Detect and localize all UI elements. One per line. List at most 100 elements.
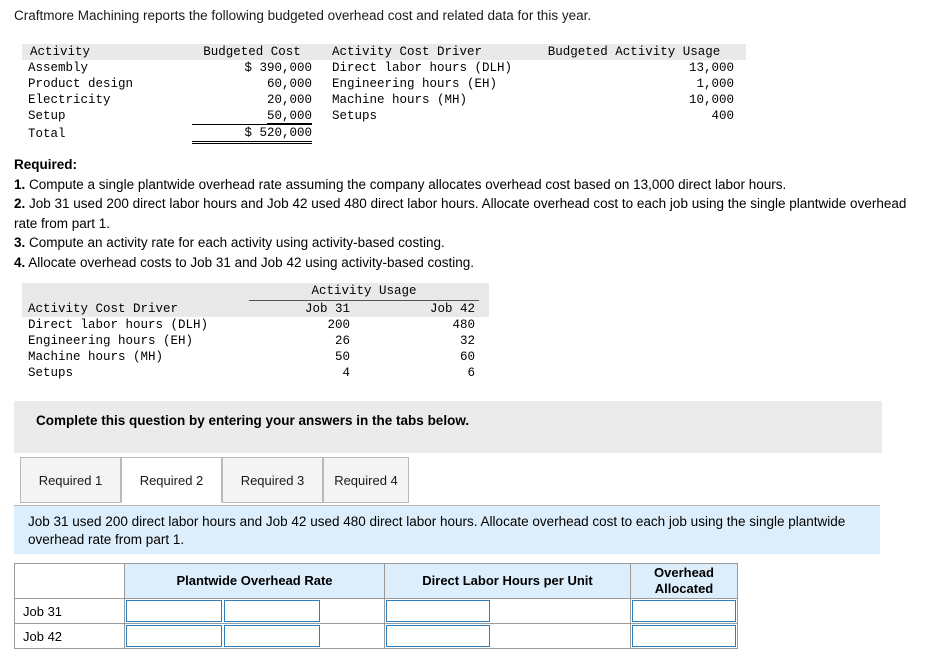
activity-usage-table: Activity Usage Activity Cost Driver Job …: [22, 283, 489, 381]
job31-overhead-allocated-input[interactable]: [632, 600, 736, 622]
question-box: Job 31 used 200 direct labor hours and J…: [14, 506, 880, 554]
cell-budgeted-activity-usage: 400: [711, 109, 734, 123]
cell-job31: 200: [327, 318, 350, 332]
cell-activity: Assembly: [28, 61, 89, 75]
required-item-2: 2. Job 31 used 200 direct labor hours an…: [14, 194, 924, 233]
cell-total-cost-value: $ 520,000: [192, 124, 312, 144]
cell-job42: 480: [452, 318, 475, 332]
required-item-1: 1. Compute a single plantwide overhead r…: [14, 175, 924, 195]
cell-job42: 32: [459, 334, 475, 348]
job42-dlh-group: [385, 624, 630, 648]
job42-dlh-cell[interactable]: [384, 623, 631, 649]
tab-required-1[interactable]: Required 1: [20, 457, 121, 503]
cell-budgeted-cost: 60,000: [266, 77, 312, 91]
question-text: Job 31 used 200 direct labor hours and J…: [28, 514, 846, 547]
cell-activity: Product design: [28, 77, 134, 91]
answer-col-header-overhead-allocated: Overhead Allocated: [630, 563, 738, 599]
cell-budgeted-cost: 50,000: [186, 108, 326, 124]
tab-required-3[interactable]: Required 3: [222, 457, 323, 503]
cell-budgeted-cost: $ 390,000: [244, 61, 312, 75]
cell-budgeted-cost: 20,000: [266, 93, 312, 107]
table-row: Machine hours (MH) 50 60: [22, 349, 489, 365]
required-item-2-text: Job 31 used 200 direct labor hours and J…: [14, 196, 907, 231]
job31-overhead-group: [631, 599, 737, 623]
cell-driver: Setups: [28, 366, 74, 380]
required-heading: Required:: [14, 157, 78, 172]
required-item-3-number: 3.: [14, 235, 26, 250]
col-header-activity-cost-driver: Activity Cost Driver: [22, 301, 239, 317]
cell-total-driver: [326, 124, 528, 144]
cell-budgeted-activity-usage: 13,000: [688, 61, 734, 75]
required-item-4-number: 4.: [14, 254, 26, 270]
job31-plantwide-rate-cell[interactable]: [124, 598, 385, 624]
complete-question-banner: Complete this question by entering your …: [14, 401, 882, 453]
col-header-activity: Activity: [22, 44, 186, 60]
job31-plantwide-rate-input-b[interactable]: [224, 600, 320, 622]
job42-overhead-allocated-cell[interactable]: [630, 623, 738, 649]
budgeted-overhead-table: Activity Budgeted Cost Activity Cost Dri…: [22, 44, 746, 144]
table-header-row: Activity Cost Driver Job 31 Job 42: [22, 301, 489, 317]
job31-dlh-input[interactable]: [386, 600, 490, 622]
cell-budgeted-activity-usage: 10,000: [688, 93, 734, 107]
job31-dlh-cell[interactable]: [384, 598, 631, 624]
cell-driver: Direct labor hours (DLH): [28, 318, 209, 332]
required-item-3-text: Compute an activity rate for each activi…: [25, 235, 445, 250]
cell-empty: [22, 283, 239, 301]
cell-activity: Electricity: [28, 93, 111, 107]
overhead-allocated-line-1: Overhead: [654, 565, 714, 580]
col-header-budgeted-activity-usage: Budgeted Activity Usage: [528, 44, 746, 60]
cell-total-cost: $ 520,000: [186, 124, 326, 144]
tab-required-1-label: Required 1: [38, 472, 103, 488]
answer-row-job-42: Job 42: [14, 623, 738, 649]
tab-required-2-label: Required 2: [139, 472, 204, 488]
answer-row-job-31: Job 31: [14, 598, 738, 624]
tab-required-3-label: Required 3: [240, 472, 305, 488]
required-item-1-number: 1.: [14, 176, 26, 192]
table-row: Setup 50,000 Setups 400: [22, 108, 746, 124]
tab-required-4[interactable]: Required 4: [323, 457, 409, 503]
answer-col-header-dlh-per-unit: Direct Labor Hours per Unit: [384, 563, 631, 599]
tab-strip: Required 1 Required 2 Required 3 Require…: [14, 457, 880, 506]
job31-plantwide-rate-input-a[interactable]: [126, 600, 222, 622]
table-row: Assembly $ 390,000 Direct labor hours (D…: [22, 60, 746, 76]
table-row: Direct labor hours (DLH) 200 480: [22, 317, 489, 333]
cell-activity-cost-driver: Machine hours (MH): [332, 93, 468, 107]
answer-header-row: Plantwide Overhead Rate Direct Labor Hou…: [14, 563, 738, 599]
col-header-budgeted-cost: Budgeted Cost: [186, 44, 326, 60]
job31-overhead-allocated-cell[interactable]: [630, 598, 738, 624]
cell-job42: 6: [467, 366, 475, 380]
tab-required-4-label: Required 4: [334, 472, 398, 488]
job42-plantwide-rate-group: [125, 624, 384, 648]
overhead-allocated-line-2: Allocated: [654, 581, 714, 596]
job42-plantwide-rate-cell[interactable]: [124, 623, 385, 649]
required-section: Required: 1. Compute a single plantwide …: [14, 155, 924, 272]
table-row: Electricity 20,000 Machine hours (MH) 10…: [22, 92, 746, 108]
required-item-3: 3. Compute an activity rate for each act…: [14, 233, 924, 253]
answer-row-label-job-31: Job 31: [14, 598, 125, 624]
required-item-1-text: Compute a single plantwide overhead rate…: [25, 176, 787, 192]
cell-job31: 26: [334, 334, 350, 348]
cell-total-usage: [528, 124, 746, 144]
cell-activity: Setup: [28, 109, 66, 123]
cell-activity-cost-driver: Setups: [332, 109, 378, 123]
tab-required-2[interactable]: Required 2: [121, 457, 222, 503]
col-header-job-42: Job 42: [364, 301, 489, 317]
cell-budgeted-cost-value: 50,000: [266, 109, 312, 124]
col-header-activity-usage: Activity Usage: [239, 283, 489, 301]
table-row: Setups 4 6: [22, 365, 489, 381]
cell-activity-cost-driver: Direct labor hours (DLH): [332, 61, 513, 75]
col-header-activity-usage-label: Activity Usage: [249, 283, 479, 301]
job42-overhead-group: [631, 624, 737, 648]
cell-job31: 4: [342, 366, 350, 380]
job31-plantwide-rate-group: [125, 599, 384, 623]
col-header-job-31: Job 31: [239, 301, 364, 317]
table-total-row: Total $ 520,000: [22, 124, 746, 144]
answer-col-header-plantwide-rate: Plantwide Overhead Rate: [124, 563, 385, 599]
complete-question-text: Complete this question by entering your …: [36, 413, 470, 428]
cell-budgeted-activity-usage: 1,000: [696, 77, 734, 91]
table-row: Product design 60,000 Engineering hours …: [22, 76, 746, 92]
required-item-4: 4. Allocate overhead costs to Job 31 and…: [14, 253, 924, 273]
cell-driver: Engineering hours (EH): [28, 334, 194, 348]
col-header-activity-cost-driver: Activity Cost Driver: [326, 44, 528, 60]
answer-col-header-blank: [14, 563, 125, 599]
